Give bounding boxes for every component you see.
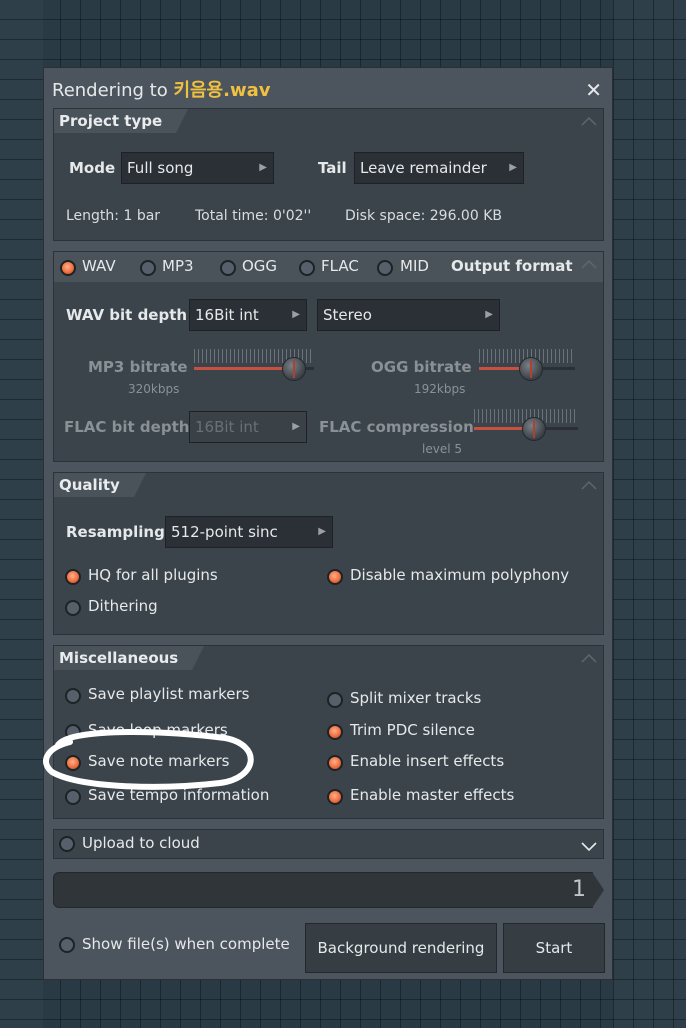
wav-bit-depth-value: 16Bit int [195,306,259,324]
flac-bit-depth-value: 16Bit int [195,418,259,436]
format-ogg-label[interactable]: OGG [242,257,277,275]
collapse-caret-icon[interactable] [581,114,597,128]
format-wav-radio[interactable] [60,260,76,276]
mp3-bitrate-label: MP3 bitrate [88,358,188,376]
quality-header: Quality [54,473,146,497]
collapse-caret-icon[interactable] [581,478,597,492]
ogg-bitrate-slider[interactable] [479,347,575,381]
channels-dropdown[interactable]: Stereo ▶ [317,299,500,331]
quality-section: Quality Resampling 512-point sinc ▶ HQ fo… [53,472,604,635]
background-rendering-button[interactable]: Background rendering [305,923,497,973]
chevron-down-icon[interactable] [581,838,597,857]
flac-compression-label: FLAC compression [319,418,474,436]
save-note-markers-label[interactable]: Save note markers [88,752,229,770]
dropdown-arrow-icon: ▶ [318,526,326,537]
background-panel-left [0,0,43,1028]
trim-pdc-silence-radio[interactable] [327,724,343,740]
save-playlist-markers-label[interactable]: Save playlist markers [88,685,249,703]
enable-master-effects-label[interactable]: Enable master effects [350,786,514,804]
mode-value: Full song [127,159,194,177]
mp3-bitrate-value: 320kbps [128,382,180,396]
tail-dropdown[interactable]: Leave remainder ▶ [354,152,524,184]
mode-dropdown[interactable]: Full song ▶ [121,152,274,184]
close-icon[interactable]: ✕ [585,78,602,102]
title-prefix: Rendering to [52,80,174,101]
upload-to-cloud-row[interactable]: Upload to cloud [53,829,604,859]
enable-insert-effects-radio[interactable] [327,755,343,771]
misc-section: Miscellaneous Save playlist markers Save… [53,645,604,819]
hq-plugins-label[interactable]: HQ for all plugins [88,566,218,584]
total-time-info: Total time: 0'02'' [195,208,312,224]
trim-pdc-silence-label[interactable]: Trim PDC silence [350,721,475,739]
show-files-label[interactable]: Show file(s) when complete [82,935,290,953]
upload-to-cloud-label[interactable]: Upload to cloud [82,834,200,852]
length-info: Length: 1 bar [66,208,161,224]
misc-header: Miscellaneous [54,646,205,670]
render-progress-bar: 1 [53,872,604,908]
format-mp3-label[interactable]: MP3 [162,257,194,275]
dropdown-arrow-icon: ▶ [509,162,517,173]
format-flac-radio[interactable] [299,260,315,276]
flac-bit-depth-label: FLAC bit depth [64,418,190,436]
format-flac-label[interactable]: FLAC [321,257,359,275]
wav-bit-depth-label: WAV bit depth [66,306,188,324]
hq-plugins-radio[interactable] [65,569,81,585]
tail-label: Tail [318,159,347,177]
format-mp3-radio[interactable] [140,260,156,276]
dropdown-arrow-icon: ▶ [292,309,300,320]
tail-value: Leave remainder [360,159,487,177]
enable-insert-effects-label[interactable]: Enable insert effects [350,752,504,770]
output-format-section: WAV MP3 OGG FLAC MID Output format WAV b… [53,251,604,462]
project-type-section: Project type Mode Full song ▶ Tail Leave … [53,108,604,241]
ogg-bitrate-value: 192kbps [414,382,466,396]
start-button[interactable]: Start [503,923,605,973]
dithering-radio[interactable] [65,600,81,616]
mode-label: Mode [69,159,116,177]
disk-space-info: Disk space: 296.00 KB [345,208,502,224]
save-playlist-markers-radio[interactable] [65,688,81,704]
background-panel-right [613,0,686,1028]
show-files-radio[interactable] [59,937,75,953]
save-loop-markers-label[interactable]: Save loop markers [88,721,228,739]
flac-compression-value: level 5 [422,442,462,456]
dithering-label[interactable]: Dithering [88,597,158,615]
save-loop-markers-radio[interactable] [65,724,81,740]
progress-value: 1 [572,877,586,902]
save-tempo-information-radio[interactable] [65,789,81,805]
enable-master-effects-radio[interactable] [327,789,343,805]
wav-bit-depth-dropdown[interactable]: 16Bit int ▶ [189,299,307,331]
split-mixer-tracks-label[interactable]: Split mixer tracks [350,689,481,707]
format-mid-radio[interactable] [377,260,393,276]
resampling-dropdown[interactable]: 512-point sinc ▶ [165,516,333,548]
save-tempo-information-label[interactable]: Save tempo information [88,786,269,804]
dropdown-arrow-icon: ▶ [292,421,300,432]
ogg-bitrate-label: OGG bitrate [371,358,472,376]
render-dialog: Rendering to 키음용.wav ✕ Project type Mode… [43,67,613,980]
channels-value: Stereo [323,306,372,324]
format-mid-label[interactable]: MID [400,257,429,275]
split-mixer-tracks-radio[interactable] [327,692,343,708]
flac-bit-depth-dropdown[interactable]: 16Bit int ▶ [189,411,307,443]
project-type-header: Project type [54,109,189,133]
disable-polyphony-radio[interactable] [327,569,343,585]
format-wav-label[interactable]: WAV [82,257,116,275]
dropdown-arrow-icon: ▶ [259,162,267,173]
format-ogg-radio[interactable] [220,260,236,276]
dropdown-arrow-icon: ▶ [485,309,493,320]
mp3-bitrate-slider[interactable] [194,347,314,381]
output-format-header: Output format [451,257,573,275]
disable-polyphony-label[interactable]: Disable maximum polyphony [350,566,569,584]
dialog-title: Rendering to 키음용.wav [52,76,270,102]
resampling-label: Resampling [66,523,165,541]
collapse-caret-icon[interactable] [581,651,597,665]
collapse-caret-icon[interactable] [581,257,597,271]
save-note-markers-radio[interactable] [65,755,81,771]
resampling-value: 512-point sinc [171,523,278,541]
output-filename: 키음용.wav [173,80,271,101]
upload-to-cloud-radio[interactable] [59,836,75,852]
flac-compression-slider[interactable] [474,407,578,441]
